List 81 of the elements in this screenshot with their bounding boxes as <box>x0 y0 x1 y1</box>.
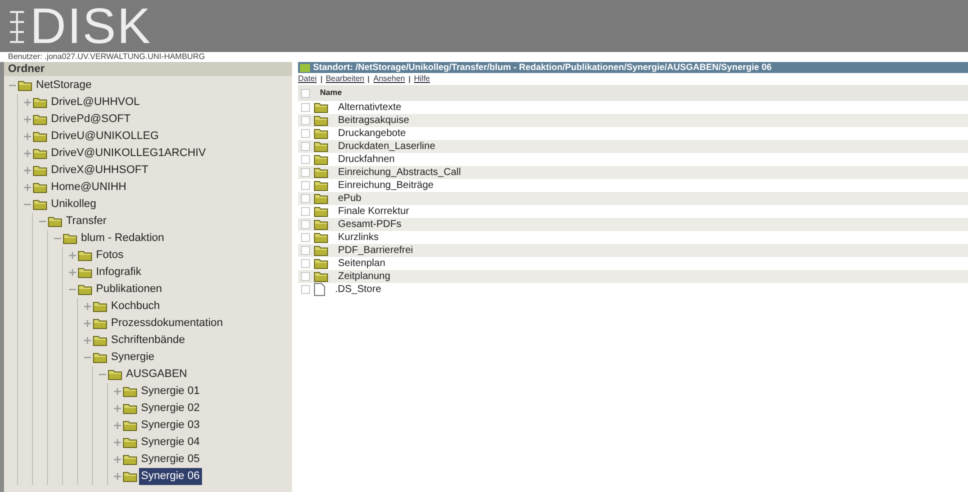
row-checkbox[interactable] <box>301 233 310 242</box>
tree-item[interactable]: blum - Redaktion <box>79 230 166 247</box>
tree-item[interactable]: AUSGABEN <box>124 366 190 383</box>
row-checkbox[interactable] <box>301 272 310 281</box>
tree-item[interactable]: Home@UNIHH <box>49 179 128 196</box>
row-checkbox[interactable] <box>301 116 310 125</box>
expand-toggle[interactable] <box>83 320 91 328</box>
expand-toggle[interactable] <box>23 98 31 106</box>
user-label: Benutzer: .jona027.UV.VERWALTUNG.UNI-HAMBURG <box>8 53 205 61</box>
expand-toggle[interactable] <box>83 302 91 310</box>
menu-link[interactable]: Ansehen <box>373 75 405 83</box>
row-checkbox[interactable] <box>301 207 310 216</box>
expand-toggle[interactable] <box>23 132 31 140</box>
expand-toggle[interactable] <box>68 268 76 276</box>
expand-toggle[interactable] <box>23 166 31 174</box>
expand-toggle[interactable] <box>113 472 121 480</box>
file-name[interactable]: .DS_Store <box>335 284 382 294</box>
file-name[interactable]: Einreichung_Beiträge <box>338 180 434 190</box>
tree-item[interactable]: DriveU@UNIKOLLEG <box>49 128 161 145</box>
menu-link[interactable]: Bearbeiten <box>326 75 364 83</box>
expand-toggle[interactable] <box>23 184 31 192</box>
file-name[interactable]: Zeitplanung <box>338 272 390 282</box>
file-name[interactable]: Finale Korrektur <box>338 206 410 216</box>
column-header[interactable]: Name <box>320 89 342 97</box>
tree-item[interactable]: Synergie 04 <box>139 434 202 451</box>
row-checkbox[interactable] <box>301 181 310 190</box>
tree-item[interactable]: Synergie 05 <box>139 451 202 468</box>
menu-link[interactable]: Hilfe <box>414 75 430 83</box>
file-name[interactable]: Druckfahnen <box>338 154 395 164</box>
file-name[interactable]: Druckangebote <box>338 128 406 138</box>
select-all-checkbox[interactable] <box>301 88 310 98</box>
file-name[interactable]: Alternativtexte <box>338 102 402 112</box>
tree-item[interactable]: DrivePd@SOFT <box>49 111 133 128</box>
tree-item[interactable]: DriveX@UHHSOFT <box>49 162 150 179</box>
tree-item[interactable]: Synergie 06 <box>139 468 202 485</box>
tree-item[interactable]: DriveL@UHHVOL <box>49 94 142 111</box>
file-name[interactable]: Kurzlinks <box>338 232 379 242</box>
expand-toggle[interactable] <box>113 456 121 464</box>
tree-item[interactable]: Infografik <box>94 264 144 281</box>
expand-toggle[interactable] <box>68 252 76 260</box>
row-checkbox[interactable] <box>301 129 310 138</box>
row-checkbox[interactable] <box>301 168 310 177</box>
file-name[interactable]: Gesamt-PDFs <box>338 220 402 230</box>
tree-item[interactable]: Prozessdokumentation <box>109 315 225 332</box>
expand-toggle[interactable] <box>113 422 121 430</box>
row-checkbox[interactable] <box>301 142 310 151</box>
location-path: Standort: /NetStorage/Unikolleg/Transfer/blum - Redaktion/Publikationen/Synergie/AUSGABEN/Synergie 06 <box>313 63 772 72</box>
tree-item[interactable]: Publikationen <box>94 281 164 298</box>
tree-item[interactable]: Schriftenbände <box>109 332 187 349</box>
file-name[interactable]: Beitragsakquise <box>338 116 410 126</box>
row-checkbox[interactable] <box>301 246 310 255</box>
expand-toggle[interactable] <box>83 336 91 344</box>
tree-item[interactable]: Synergie 02 <box>139 400 202 417</box>
tree-item[interactable]: Unikolleg <box>49 196 98 213</box>
sidebar-title: Ordner <box>8 64 45 74</box>
expand-toggle[interactable] <box>23 116 31 124</box>
tree-item[interactable]: Synergie 01 <box>139 383 202 400</box>
row-checkbox[interactable] <box>301 155 310 164</box>
row-checkbox[interactable] <box>301 220 310 229</box>
expand-toggle[interactable] <box>23 150 31 158</box>
tree-item[interactable]: Fotos <box>94 247 126 264</box>
tree-item[interactable]: DriveV@UNIKOLLEG1ARCHIV <box>49 145 208 162</box>
row-checkbox[interactable] <box>301 285 310 294</box>
expand-toggle[interactable] <box>113 388 121 396</box>
logo-text: DISK <box>30 0 152 52</box>
tree-item[interactable]: Synergie 03 <box>139 417 202 434</box>
row-checkbox[interactable] <box>301 259 310 268</box>
file-name[interactable]: Einreichung_Abstracts_Call <box>338 168 461 178</box>
tree-item[interactable]: Synergie <box>109 349 156 366</box>
tree-item[interactable]: Transfer <box>64 213 109 230</box>
row-checkbox[interactable] <box>301 103 310 112</box>
expand-toggle[interactable] <box>113 404 121 412</box>
file-name[interactable]: Druckdaten_Laserline <box>338 142 436 152</box>
tree-item[interactable]: Kochbuch <box>109 298 162 315</box>
expand-toggle[interactable] <box>113 438 121 446</box>
file-name[interactable]: Seitenplan <box>338 258 386 268</box>
menu-link[interactable]: Datei <box>298 75 317 83</box>
row-checkbox[interactable] <box>301 194 310 203</box>
tree-item[interactable]: NetStorage <box>34 77 94 94</box>
file-name[interactable]: PDF_Barrierefrei <box>338 246 414 256</box>
file-name[interactable]: ePub <box>338 194 362 204</box>
